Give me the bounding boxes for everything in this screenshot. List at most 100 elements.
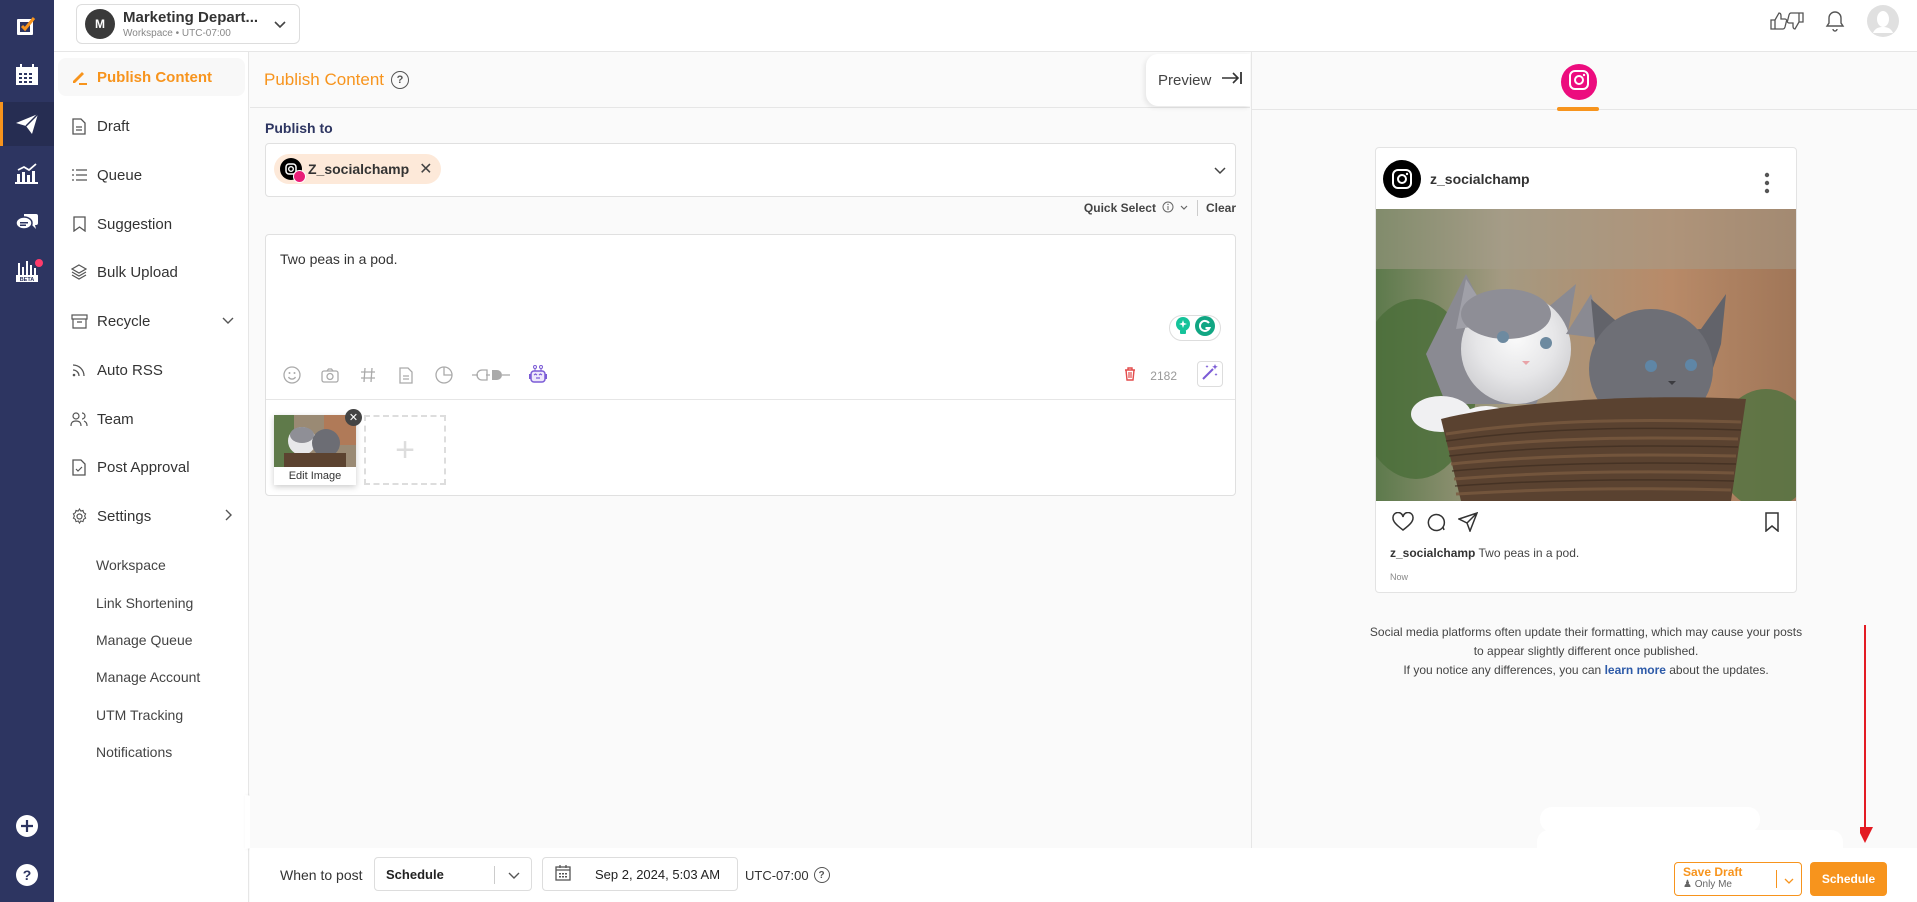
settings-sub-link-shortening[interactable]: Link Shortening: [96, 595, 193, 611]
document-icon[interactable]: [396, 365, 416, 385]
schedule-button[interactable]: Schedule: [1810, 862, 1887, 896]
ai-robot-icon[interactable]: [528, 365, 548, 385]
tab-instagram[interactable]: [1561, 64, 1597, 100]
settings-sub-utm-tracking[interactable]: UTM Tracking: [96, 707, 183, 723]
preview-platform-tabs: [1252, 52, 1917, 111]
sidebar-item-publish-content[interactable]: Publish Content: [58, 58, 245, 96]
rail-calendar[interactable]: [0, 53, 54, 97]
datetime-picker[interactable]: Sep 2, 2024, 5:03 AM: [542, 857, 738, 891]
sidebar-item-post-approval[interactable]: Post Approval: [58, 448, 245, 486]
plus-circle-icon: [16, 815, 38, 837]
magic-wand-icon: [1201, 363, 1219, 386]
more-vertical-icon: [1764, 172, 1770, 199]
bookmark-icon: [70, 215, 88, 233]
post-text-input[interactable]: Two peas in a pod.: [280, 251, 398, 267]
settings-sub-manage-queue[interactable]: Manage Queue: [96, 632, 193, 648]
post-caption: z_socialchamp Two peas in a pod.: [1390, 546, 1579, 560]
bell-icon[interactable]: [1825, 10, 1845, 37]
media-thumbnail[interactable]: Edit Image ✕: [274, 409, 362, 485]
comment-icon: [1426, 512, 1446, 537]
preview-panel: z_socialchamp z_socialchamp Two peas in …: [1251, 52, 1917, 850]
sidebar-item-team[interactable]: Team: [58, 400, 245, 438]
plug-connector-icon[interactable]: [472, 365, 510, 385]
save-draft-button[interactable]: Save Draft ♟ Only Me: [1674, 862, 1802, 896]
post-mode-value: Schedule: [386, 866, 444, 882]
sidebar-item-auto-rss[interactable]: Auto RSS: [58, 351, 245, 389]
sidebar-item-settings[interactable]: Settings: [58, 497, 245, 535]
timezone: UTC-07:00 ?: [745, 867, 830, 883]
feedback-thumbs-icon[interactable]: [1769, 11, 1805, 36]
editor-toolbar: [282, 365, 548, 385]
workspace-avatar: M: [85, 9, 115, 39]
sidebar-item-queue[interactable]: Queue: [58, 156, 245, 194]
top-bar: M Marketing Depart... Workspace • UTC-07…: [54, 0, 1917, 52]
publish-to-label: Publish to: [265, 120, 333, 136]
rail-create[interactable]: [0, 804, 54, 848]
rail-beta-analytics[interactable]: BETA: [0, 249, 54, 293]
rail-logo[interactable]: [0, 4, 54, 48]
workspace-switcher[interactable]: M Marketing Depart... Workspace • UTC-07…: [76, 4, 300, 44]
add-media-button[interactable]: +: [364, 415, 446, 485]
remove-account-icon[interactable]: ✕: [419, 159, 432, 179]
pie-chart-icon[interactable]: [434, 365, 454, 385]
chevron-down-icon[interactable]: [1783, 874, 1795, 892]
list-icon: [70, 166, 88, 184]
sidebar-item-recycle[interactable]: Recycle: [58, 302, 245, 340]
caption-username: z_socialchamp: [1390, 546, 1476, 560]
settings-sub-manage-account[interactable]: Manage Account: [96, 669, 200, 685]
user-avatar[interactable]: [1867, 4, 1899, 42]
chevron-down-icon[interactable]: [1179, 201, 1189, 215]
account-selector[interactable]: Z_socialchamp ✕: [265, 143, 1236, 197]
workspace-name: Marketing Depart...: [123, 8, 259, 26]
trash-icon[interactable]: [1124, 367, 1136, 384]
emoji-icon[interactable]: [282, 365, 302, 385]
settings-sub-notifications[interactable]: Notifications: [96, 744, 172, 760]
ai-assist-button[interactable]: [1197, 361, 1223, 387]
media-divider: [266, 399, 1235, 400]
settings-sub-workspace[interactable]: Workspace: [96, 557, 166, 573]
quick-select-button[interactable]: Quick Select: [1084, 201, 1156, 215]
chevron-down-icon: [1213, 163, 1227, 182]
camera-icon[interactable]: [320, 365, 340, 385]
instagram-badge-icon: [293, 170, 306, 183]
instagram-post-preview: z_socialchamp z_socialchamp Two peas in …: [1375, 147, 1797, 593]
sidebar-item-draft[interactable]: Draft: [58, 107, 245, 145]
users-icon: [70, 410, 88, 428]
hashtag-icon[interactable]: [358, 365, 378, 385]
sidebar-item-label: Settings: [97, 507, 152, 525]
remove-media-button[interactable]: ✕: [345, 409, 362, 426]
chevron-down-icon: [273, 17, 287, 36]
grammarly-widget[interactable]: [1169, 315, 1221, 341]
sidebar-item-label: Recycle: [97, 312, 151, 330]
annotation-arrow: [1857, 625, 1873, 847]
notification-dot: [35, 259, 43, 267]
sidebar-item-bulk-upload[interactable]: Bulk Upload: [58, 253, 245, 291]
timezone-label: UTC-07:00: [745, 867, 809, 883]
sidebar-item-label: Auto RSS: [97, 361, 163, 379]
archive-icon: [70, 312, 88, 330]
chevron-right-icon: [221, 508, 235, 526]
rail-analytics[interactable]: [0, 151, 54, 195]
preview-toggle-button[interactable]: Preview: [1146, 54, 1250, 106]
sidebar-item-label: Post Approval: [97, 458, 190, 476]
sidebar-item-label: Bulk Upload: [97, 263, 178, 281]
divider: [1196, 200, 1198, 216]
rail-publish[interactable]: [0, 102, 54, 146]
help-circle-icon: ?: [16, 864, 38, 886]
plus-icon: +: [395, 430, 415, 469]
post-mode-select[interactable]: Schedule: [374, 857, 532, 891]
sidebar-item-suggestion[interactable]: Suggestion: [58, 205, 245, 243]
help-icon[interactable]: ?: [391, 71, 410, 89]
chat-bubbles-icon: [15, 211, 39, 233]
rail-help[interactable]: ?: [0, 853, 54, 897]
when-to-post-label: When to post: [280, 867, 363, 883]
sidebar-item-label: Suggestion: [97, 215, 173, 233]
post-actions: [1392, 511, 1479, 537]
edit-image-button[interactable]: Edit Image: [274, 470, 356, 482]
sidebar-item-label: Publish Content: [97, 68, 212, 86]
learn-more-link[interactable]: learn more: [1605, 663, 1666, 677]
rail-inbox[interactable]: [0, 200, 54, 244]
bookmark-icon: [1765, 512, 1779, 537]
clear-button[interactable]: Clear: [1206, 201, 1236, 215]
help-icon[interactable]: ?: [813, 867, 830, 883]
